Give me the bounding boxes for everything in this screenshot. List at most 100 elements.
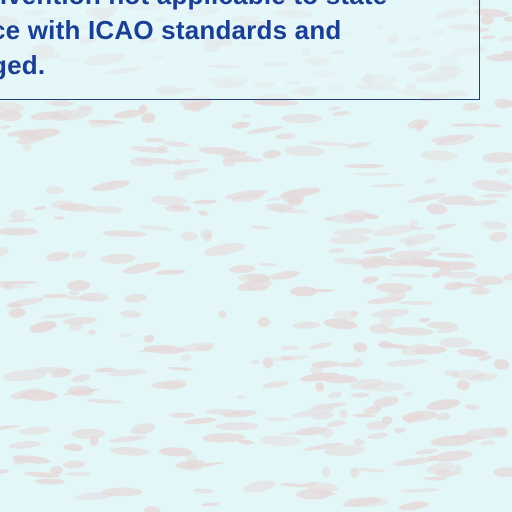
pattern-blotch — [489, 231, 508, 242]
pattern-blotch — [415, 448, 438, 455]
pattern-blotch — [320, 374, 358, 384]
pattern-blotch — [352, 413, 376, 418]
pattern-blotch — [247, 125, 283, 134]
pattern-blotch — [67, 280, 91, 291]
pattern-blotch — [426, 399, 461, 411]
pattern-blotch — [45, 186, 65, 195]
notice-text-line-1: nvention not applicable to state — [0, 0, 387, 10]
pattern-blotch — [41, 293, 69, 299]
pattern-blotch — [281, 113, 322, 124]
pattern-blotch — [123, 293, 148, 303]
pattern-blotch — [495, 168, 510, 175]
pattern-blotch — [33, 206, 47, 211]
pattern-blotch — [418, 317, 431, 323]
pattern-blotch — [203, 242, 246, 256]
pattern-blotch — [198, 210, 209, 216]
pattern-blotch — [389, 273, 429, 278]
pattern-blotch — [138, 225, 172, 231]
pattern-blotch — [256, 99, 300, 107]
pattern-blotch — [450, 123, 481, 127]
pattern-blotch — [71, 374, 91, 383]
pattern-blotch — [363, 247, 396, 254]
pattern-blotch — [333, 227, 375, 236]
pattern-blotch — [436, 252, 474, 258]
pattern-blotch — [472, 180, 512, 192]
pattern-blotch — [315, 382, 325, 392]
pattern-blotch — [367, 432, 389, 439]
pattern-blotch — [399, 233, 436, 245]
pattern-blotch — [389, 327, 434, 336]
pattern-blotch — [89, 205, 124, 214]
pattern-blotch — [439, 337, 472, 348]
pattern-blotch — [250, 225, 271, 230]
pattern-blotch — [88, 329, 97, 336]
pattern-blotch — [120, 333, 132, 338]
pattern-blotch — [236, 394, 245, 400]
pattern-blotch — [251, 359, 260, 365]
pattern-blotch — [362, 276, 379, 284]
pattern-blotch — [503, 273, 512, 281]
pattern-blotch — [328, 248, 345, 254]
pattern-blotch — [201, 502, 220, 507]
pattern-blotch — [332, 111, 351, 116]
pattern-blotch — [347, 142, 371, 149]
pattern-blotch — [493, 359, 510, 370]
pattern-blotch — [29, 321, 57, 333]
pattern-blotch — [392, 457, 435, 466]
pattern-blotch — [329, 234, 371, 245]
document-page: nvention not applicable to state ce with… — [0, 0, 512, 512]
pattern-blotch — [424, 178, 437, 184]
pattern-blotch — [381, 416, 393, 425]
pattern-blotch — [482, 152, 512, 163]
pattern-blotch — [345, 163, 385, 169]
pattern-blotch — [352, 172, 392, 176]
pattern-blotch — [350, 392, 370, 398]
pattern-blotch — [62, 317, 97, 325]
pattern-blotch — [141, 112, 156, 124]
pattern-blotch — [0, 227, 39, 236]
pattern-blotch — [353, 342, 368, 353]
pattern-blotch — [8, 308, 26, 318]
pattern-blotch — [85, 399, 123, 404]
pattern-blotch — [180, 231, 198, 241]
pattern-blotch — [262, 381, 289, 389]
pattern-blotch — [258, 262, 278, 267]
pattern-blotch — [184, 462, 203, 472]
pattern-blotch — [243, 480, 277, 493]
pattern-blotch — [45, 251, 70, 262]
pattern-blotch — [0, 110, 23, 122]
pattern-blotch — [292, 321, 321, 329]
pattern-blotch — [63, 443, 84, 452]
pattern-blotch — [241, 114, 252, 118]
pattern-blotch — [161, 379, 188, 390]
pattern-blotch — [308, 342, 332, 350]
pattern-blotch — [259, 435, 301, 446]
pattern-blotch — [480, 193, 509, 198]
pattern-blotch — [231, 121, 251, 129]
pattern-blotch — [0, 247, 9, 257]
pattern-blotch — [326, 420, 346, 428]
pattern-blotch — [158, 447, 193, 457]
pattern-blotch — [110, 446, 150, 456]
pattern-blotch — [193, 488, 215, 494]
pattern-blotch — [345, 497, 389, 507]
pattern-blotch — [64, 471, 92, 476]
pattern-blotch — [155, 269, 186, 275]
pattern-blotch — [120, 310, 141, 318]
pattern-blotch — [435, 412, 451, 421]
pattern-blotch — [339, 409, 348, 419]
pattern-blotch — [41, 313, 77, 319]
pattern-blotch — [333, 257, 365, 265]
pattern-blotch — [262, 357, 274, 369]
pattern-blotch — [371, 308, 411, 318]
pattern-blotch — [18, 426, 51, 435]
pattern-blotch — [72, 250, 87, 259]
pattern-blotch — [130, 423, 156, 435]
pattern-blotch — [143, 334, 155, 343]
pattern-blotch — [144, 137, 165, 143]
pattern-blotch — [377, 340, 394, 349]
pattern-blotch — [193, 199, 217, 205]
pattern-blotch — [109, 435, 146, 443]
pattern-blotch — [101, 253, 136, 264]
pattern-blotch — [19, 390, 58, 401]
